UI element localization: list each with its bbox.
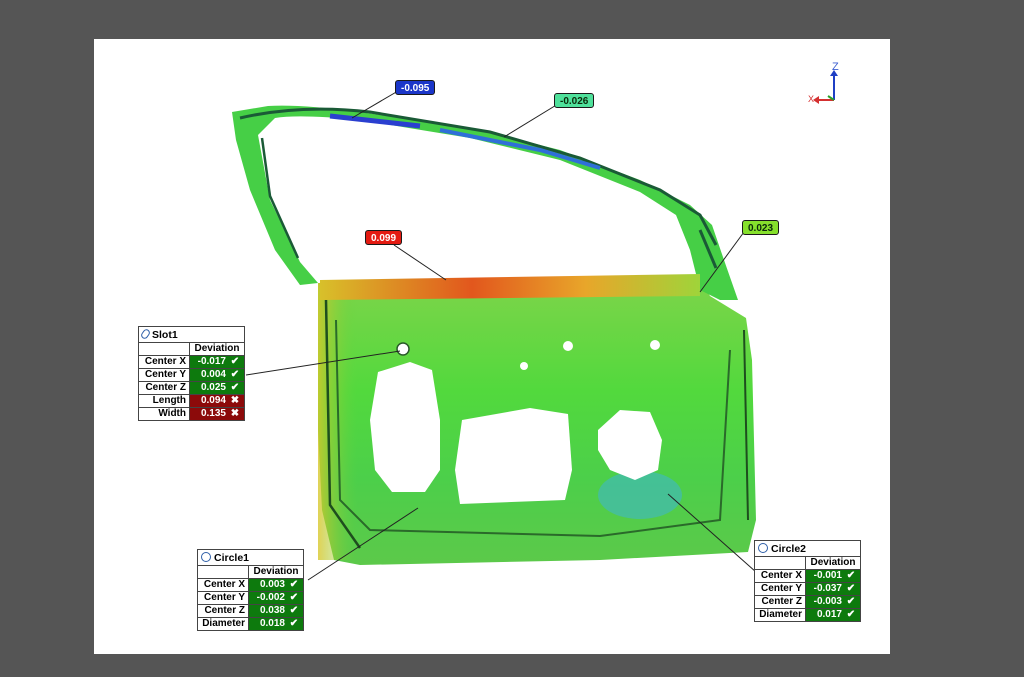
- table-row: Center X 0.003 ✔: [197, 578, 304, 592]
- circle1-title: Circle1: [214, 551, 250, 564]
- table-row: Width 0.135 ✖: [138, 407, 245, 421]
- axis-triad-icon: Z X: [808, 61, 839, 104]
- circle2-title: Circle2: [771, 542, 807, 555]
- circle-icon: [201, 551, 211, 562]
- callout-teal[interactable]: -0.026: [554, 93, 595, 108]
- circle1-column-header: Deviation: [248, 565, 304, 579]
- table-row: Center Z 0.038 ✔: [197, 604, 304, 618]
- slot1-title: Slot1: [152, 328, 178, 341]
- table-row: Center Y -0.037 ✔: [754, 582, 861, 596]
- table-row: Length 0.094 ✖: [138, 394, 245, 408]
- table-row: Center Y -0.002 ✔: [197, 591, 304, 605]
- cross-icon: ✖: [230, 395, 240, 406]
- belt-line: [320, 274, 700, 300]
- cutout-center: [455, 408, 572, 504]
- check-icon: ✔: [846, 596, 856, 607]
- axis-z-label: Z: [832, 61, 839, 73]
- table-row: Diameter 0.018 ✔: [197, 617, 304, 631]
- check-icon: ✔: [289, 592, 299, 603]
- check-icon: ✔: [846, 570, 856, 581]
- table-row: Diameter 0.017 ✔: [754, 608, 861, 622]
- check-icon: ✔: [289, 618, 299, 629]
- circle2-table[interactable]: Circle2 Deviation Center X -0.001 ✔ Center…: [754, 540, 861, 622]
- callout-red[interactable]: 0.099: [365, 230, 403, 245]
- check-icon: ✔: [846, 583, 856, 594]
- table-row: Center Z -0.003 ✔: [754, 595, 861, 609]
- check-icon: ✔: [289, 579, 299, 590]
- check-icon: ✔: [230, 382, 240, 393]
- check-icon: ✔: [230, 369, 240, 380]
- table-row: Center X -0.017 ✔: [138, 355, 245, 369]
- circle1-table[interactable]: Circle1 Deviation Center X 0.003 ✔ Center …: [197, 549, 304, 631]
- circle-icon: [758, 542, 768, 553]
- check-icon: ✔: [846, 609, 856, 620]
- table-row: Center Z 0.025 ✔: [138, 381, 245, 395]
- circle2-column-header: Deviation: [805, 556, 861, 570]
- cutout-left: [370, 362, 440, 492]
- check-icon: ✔: [289, 605, 299, 616]
- slot1-column-header: Deviation: [189, 342, 245, 356]
- callout-lime[interactable]: 0.023: [742, 220, 780, 235]
- slot-icon: [139, 327, 152, 340]
- callout-blue[interactable]: -0.095: [395, 80, 436, 95]
- axis-x-label: X: [808, 94, 814, 104]
- cross-icon: ✖: [230, 408, 240, 419]
- table-row: Center Y 0.004 ✔: [138, 368, 245, 382]
- window-frame: [232, 105, 738, 300]
- table-row: Center X -0.001 ✔: [754, 569, 861, 583]
- check-icon: ✔: [230, 356, 240, 367]
- slot1-table[interactable]: Slot1 Deviation Center X -0.017 ✔ Center Y…: [138, 326, 245, 421]
